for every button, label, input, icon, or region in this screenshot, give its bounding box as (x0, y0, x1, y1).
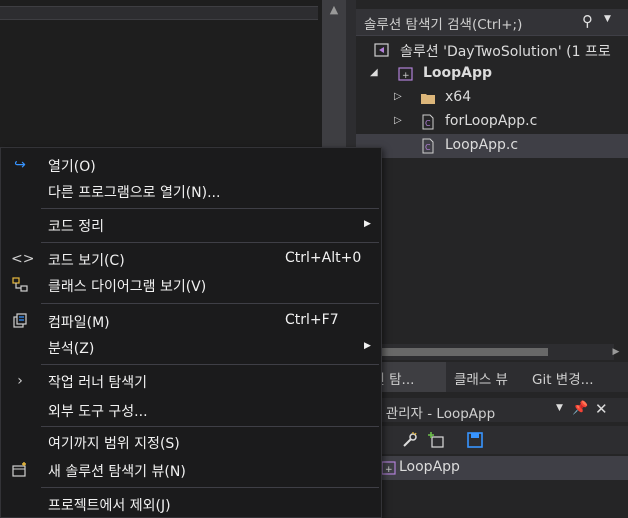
menu-item-analyze[interactable]: 분석(Z) ▶ (2, 334, 381, 360)
menu-item-label: 열기(O) (48, 159, 96, 175)
close-icon[interactable]: ✕ (595, 400, 608, 418)
menu-item-label: 새 솔루션 탐색기 뷰(N) (48, 464, 186, 480)
save-icon[interactable] (466, 431, 484, 449)
menu-item-exclude-from-project[interactable]: 프로젝트에서 제외(J) (2, 491, 381, 517)
properties-wrench-icon[interactable] (401, 431, 419, 449)
editor-horizontal-scrollbar[interactable] (0, 6, 318, 20)
tree-item-label: forLoopApp.c (445, 113, 538, 129)
scroll-right-arrow-icon[interactable]: ▶ (604, 344, 628, 360)
tree-item-file[interactable]: ▷ C forLoopApp.c (356, 110, 628, 134)
tree-item-solution[interactable]: 솔루션 'DayTwoSolution' (1 프로 (356, 38, 628, 62)
tree-item-project[interactable]: ◢ + LoopApp (356, 62, 628, 86)
tree-item-label: 솔루션 'DayTwoSolution' (1 프로 (400, 44, 611, 60)
menu-item-label: 여기까지 범위 지정(S) (48, 436, 180, 452)
tree-item-file-selected[interactable]: C LoopApp.c (356, 134, 628, 158)
c-file-icon: C (422, 114, 434, 130)
window-position-dropdown-icon[interactable]: ▼ (556, 403, 563, 413)
menu-item-open-with[interactable]: 다른 프로그램으로 열기(N)... (2, 178, 381, 204)
search-options-dropdown-icon[interactable]: ▼ (604, 14, 611, 24)
menu-item-class-diagram[interactable]: 클래스 다이어그램 보기(V) (2, 272, 381, 298)
menu-item-new-explorer-view[interactable]: 새 솔루션 탐색기 뷰(N) (2, 457, 381, 483)
property-manager-toolbar (356, 426, 628, 454)
menu-item-shortcut: Ctrl+F7 (285, 312, 339, 328)
property-manager-item[interactable]: + (356, 456, 628, 480)
menu-item-external-tools[interactable]: 외부 도구 구성... (2, 397, 381, 423)
menu-item-code-cleanup[interactable]: 코드 정리 ▶ (2, 212, 381, 238)
menu-separator (41, 426, 379, 427)
pin-icon[interactable]: 📌 (572, 401, 588, 416)
menu-item-open[interactable]: ↪ 열기(O) (2, 152, 381, 178)
add-property-sheet-icon[interactable] (427, 431, 445, 449)
menu-separator (41, 303, 379, 304)
menu-item-compile[interactable]: 컴파일(M) Ctrl+F7 (2, 308, 381, 334)
menu-item-task-runner[interactable]: › 작업 러너 탐색기 (2, 368, 381, 394)
scrollbar-thumb[interactable] (368, 348, 548, 356)
tree-item-folder[interactable]: ▷ x64 (356, 86, 628, 110)
solution-icon (374, 43, 389, 57)
menu-item-label: 다른 프로그램으로 열기(N)... (48, 185, 221, 201)
context-menu: ↪ 열기(O) 다른 프로그램으로 열기(N)... 코드 정리 ▶ <> 코드… (0, 147, 382, 518)
submenu-arrow-icon: ▶ (364, 341, 371, 351)
tree-item-label: LoopApp (423, 65, 493, 81)
class-diagram-icon (12, 277, 28, 292)
search-icon[interactable]: ⚲ (582, 12, 593, 30)
svg-text:+: + (402, 71, 410, 81)
collapsed-chevron-icon[interactable]: ▷ (394, 115, 402, 126)
folder-icon (421, 94, 435, 104)
svg-text:C: C (425, 143, 431, 152)
new-view-icon (12, 462, 26, 477)
menu-item-scope-to-this[interactable]: 여기까지 범위 지정(S) (2, 429, 381, 455)
menu-separator (41, 208, 379, 209)
menu-item-view-code[interactable]: <> 코드 보기(C) Ctrl+Alt+0 (2, 246, 381, 272)
solution-search-placeholder[interactable]: 솔루션 탐색기 검색(Ctrl+;) (364, 13, 522, 33)
menu-item-label: 클래스 다이어그램 보기(V) (48, 279, 207, 295)
collapsed-chevron-icon[interactable]: ▷ (394, 91, 402, 102)
menu-separator (41, 242, 379, 243)
c-project-icon: + (398, 67, 413, 81)
compile-icon (13, 313, 27, 328)
chevron-right-icon: › (17, 373, 23, 389)
tree-item-label: LoopApp.c (445, 137, 519, 153)
open-redo-icon: ↪ (14, 157, 26, 173)
code-brackets-icon: <> (11, 251, 35, 267)
property-manager-title: 성 관리자 - LoopApp (369, 406, 496, 422)
menu-item-label: 분석(Z) (48, 341, 95, 357)
menu-item-label: 코드 정리 (48, 219, 104, 235)
svg-text:+: + (385, 465, 393, 475)
menu-separator (41, 364, 379, 365)
expanded-chevron-icon[interactable]: ◢ (370, 67, 378, 78)
submenu-arrow-icon: ▶ (364, 219, 371, 229)
menu-item-shortcut: Ctrl+Alt+0 (285, 250, 362, 266)
menu-separator (41, 487, 379, 488)
project-icon: + (381, 461, 396, 475)
scroll-up-arrow-icon[interactable]: ▲ (322, 0, 346, 20)
c-file-icon: C (422, 138, 434, 154)
property-manager-item-label: LoopApp (399, 459, 460, 475)
tab-class-view[interactable]: 클래스 뷰 (454, 368, 508, 388)
svg-text:C: C (425, 119, 431, 128)
menu-item-label: 프로젝트에서 제외(J) (48, 498, 171, 514)
menu-item-label: 코드 보기(C) (48, 253, 125, 269)
tab-git-changes[interactable]: Git 변경... (532, 368, 594, 388)
menu-item-label: 외부 도구 구성... (48, 404, 148, 420)
tree-item-label: x64 (445, 89, 472, 105)
menu-item-label: 컴파일(M) (48, 315, 110, 331)
menu-item-label: 작업 러너 탐색기 (48, 375, 148, 391)
